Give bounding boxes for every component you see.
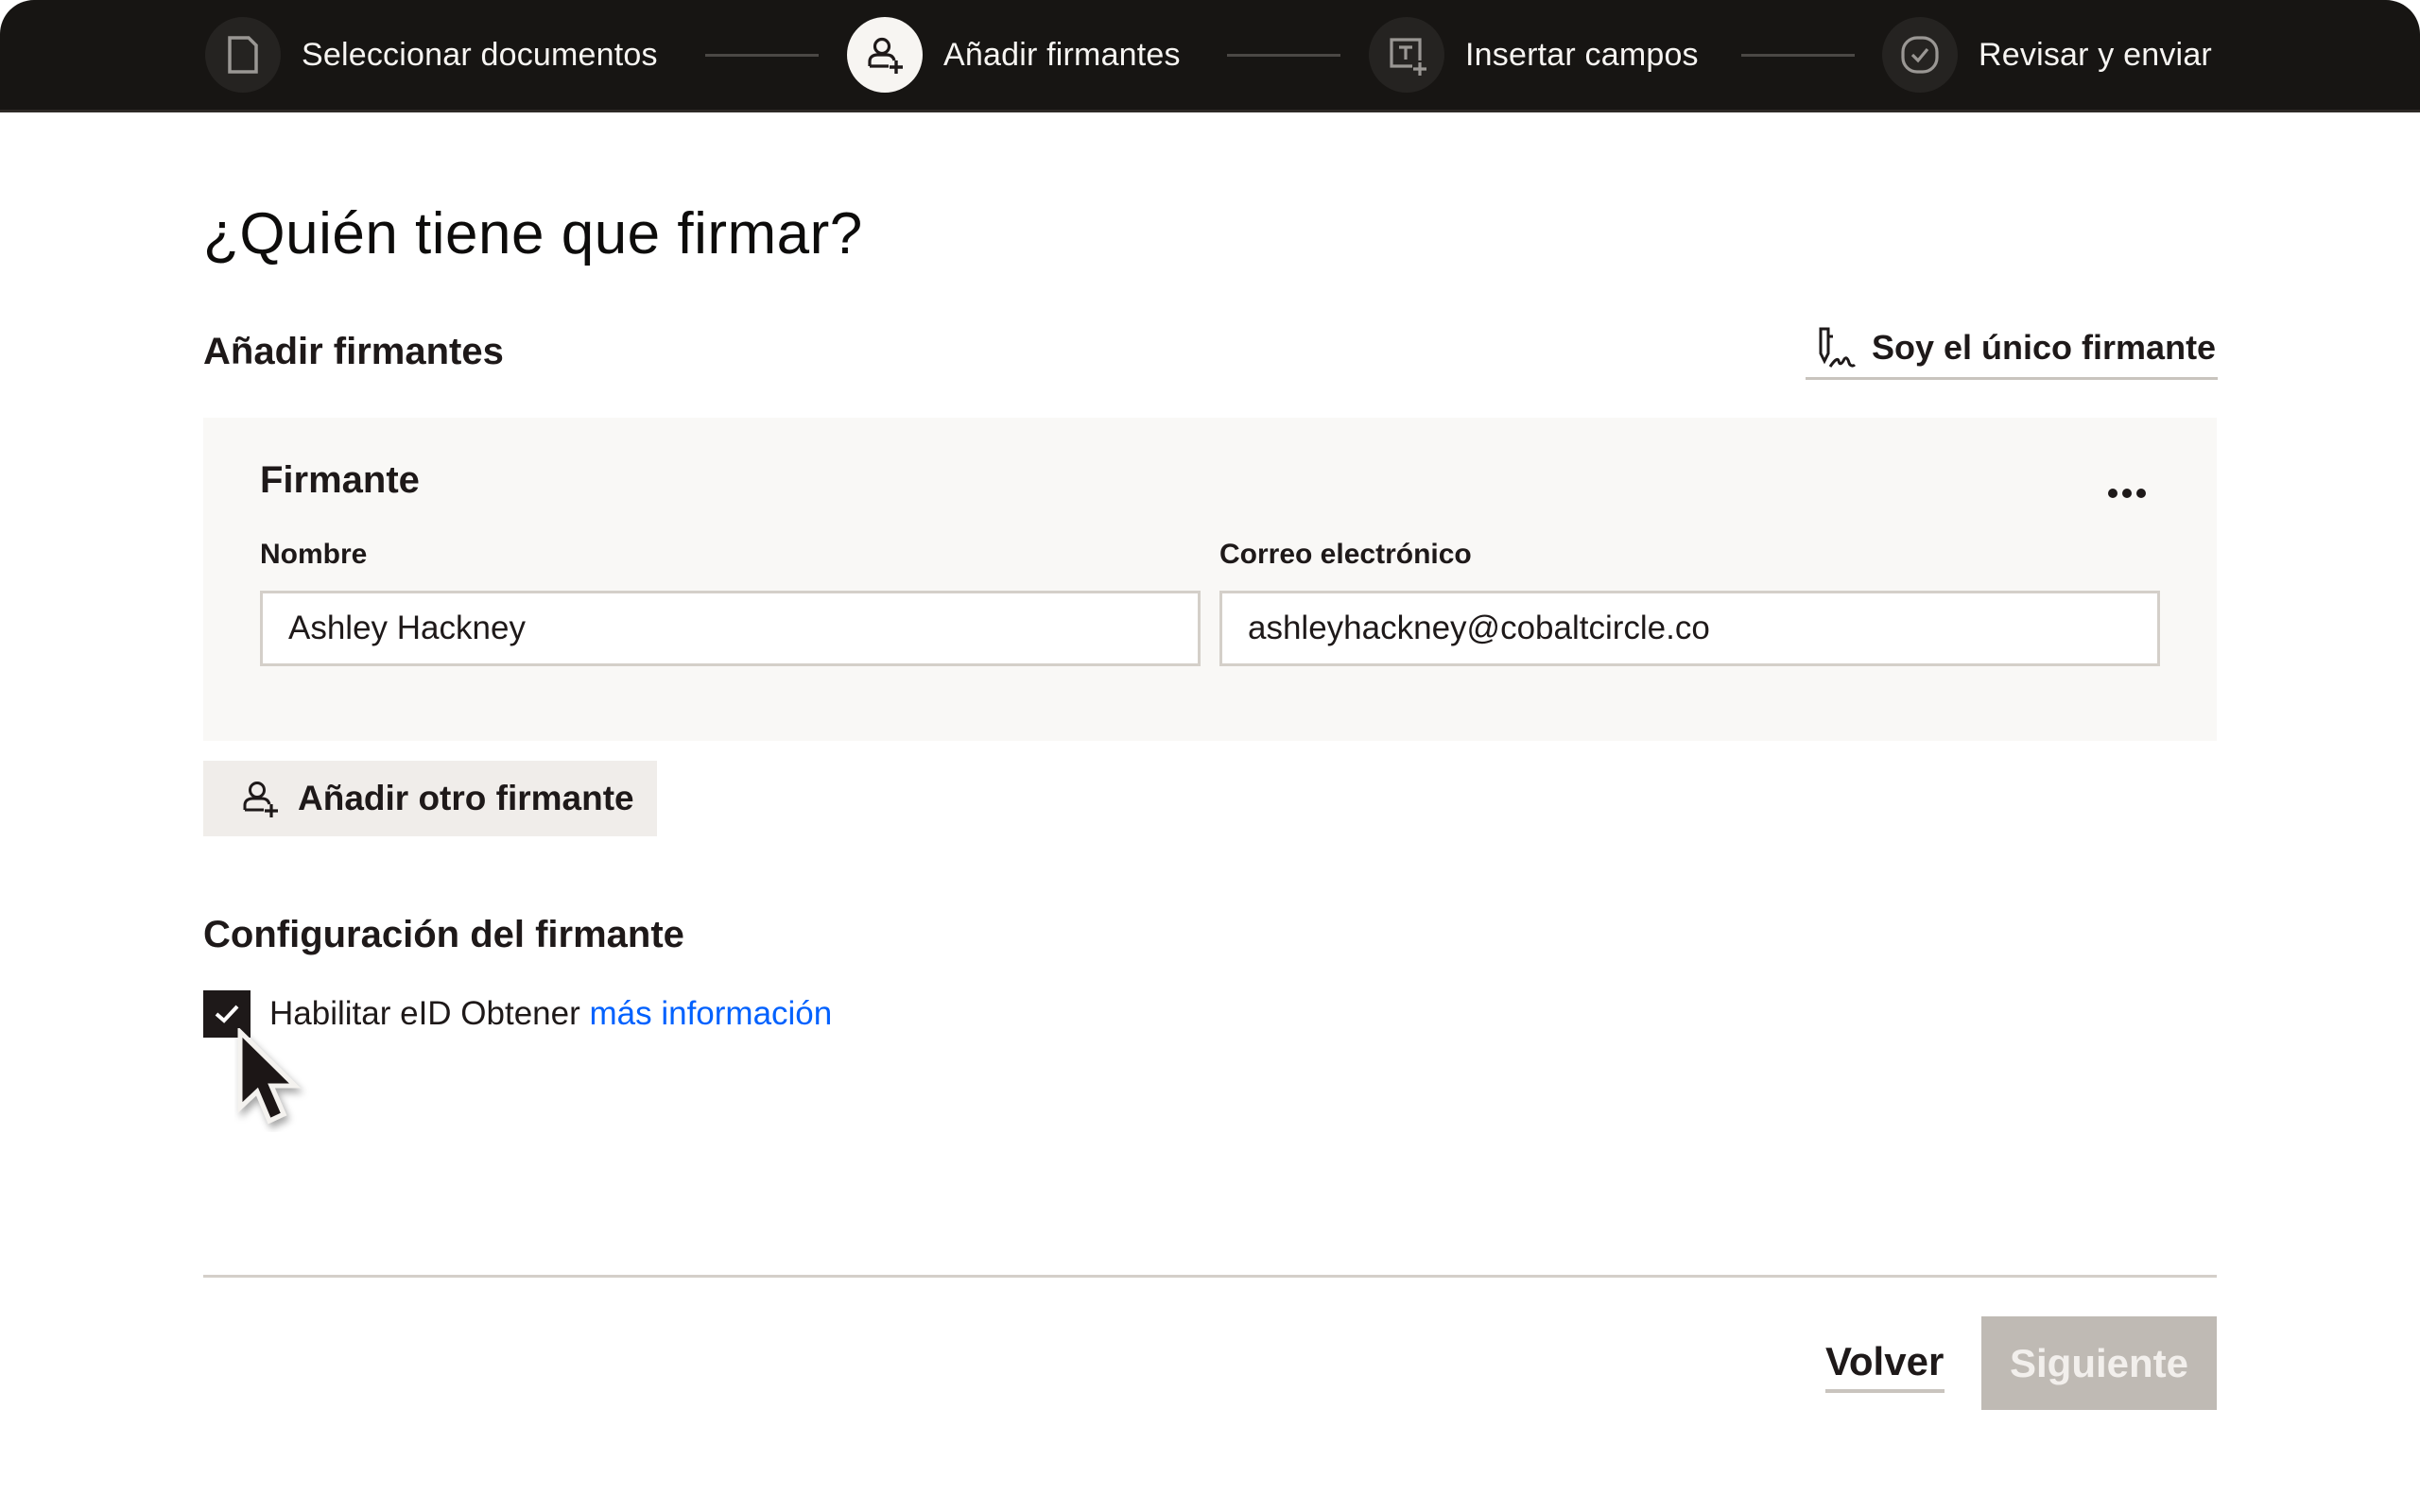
add-another-signer-button[interactable]: Añadir otro firmante [203,761,657,836]
more-dots-icon [2122,489,2132,498]
only-signer-button[interactable]: Soy el único firmante [1806,323,2218,380]
signature-pen-icon [1819,327,1857,368]
add-person-icon [868,37,903,74]
only-signer-label: Soy el único firmante [1872,327,2217,367]
step-select-documents[interactable]: Seleccionar documentos [205,17,658,93]
more-dots-icon [2136,489,2146,498]
mouse-pointer-icon [237,1028,302,1125]
signer-card: Firmante Nombre Correo electrónico [203,418,2217,741]
step-review-send[interactable]: Revisar y enviar [1882,17,2212,93]
check-circle-icon [1901,36,1939,74]
step-circle-active [847,17,923,93]
checkmark-icon [215,1005,239,1023]
add-person-icon [243,782,278,817]
name-input[interactable] [260,591,1201,666]
name-label: Nombre [260,539,368,570]
more-dots-icon [2108,489,2118,498]
stepper-bar: Seleccionar documentos Añadir firmantes … [0,0,2420,112]
signer-settings-heading: Configuración del firmante [203,914,684,955]
enable-eid-label: Habilitar eID Obtener más información [269,991,832,1037]
step-label: Insertar campos [1465,36,1699,73]
email-input[interactable] [1219,591,2160,666]
add-another-signer-label: Añadir otro firmante [298,779,634,817]
footer-divider [203,1275,2217,1278]
signer-card-title: Firmante [260,459,420,501]
enable-eid-text: Habilitar eID Obtener [269,995,590,1032]
step-connector [705,54,819,57]
step-label: Seleccionar documentos [302,36,658,73]
step-connector [1227,54,1340,57]
step-insert-fields[interactable]: Insertar campos [1369,17,1699,93]
step-circle [205,17,281,93]
add-signers-heading: Añadir firmantes [203,331,504,372]
step-circle [1882,17,1958,93]
more-info-link[interactable]: más información [589,995,832,1032]
next-button[interactable]: Siguiente [1981,1316,2217,1410]
insert-text-field-icon [1390,38,1426,76]
back-button[interactable]: Volver [1825,1334,1945,1393]
document-icon [228,36,258,74]
step-circle [1369,17,1444,93]
step-label: Añadir firmantes [943,36,1181,73]
step-connector [1741,54,1855,57]
page-title: ¿Quién tiene que firmar? [203,201,863,266]
more-options-button[interactable] [2099,474,2155,512]
email-label: Correo electrónico [1219,539,1472,570]
step-add-signers[interactable]: Añadir firmantes [847,17,1181,93]
step-label: Revisar y enviar [1979,36,2212,73]
